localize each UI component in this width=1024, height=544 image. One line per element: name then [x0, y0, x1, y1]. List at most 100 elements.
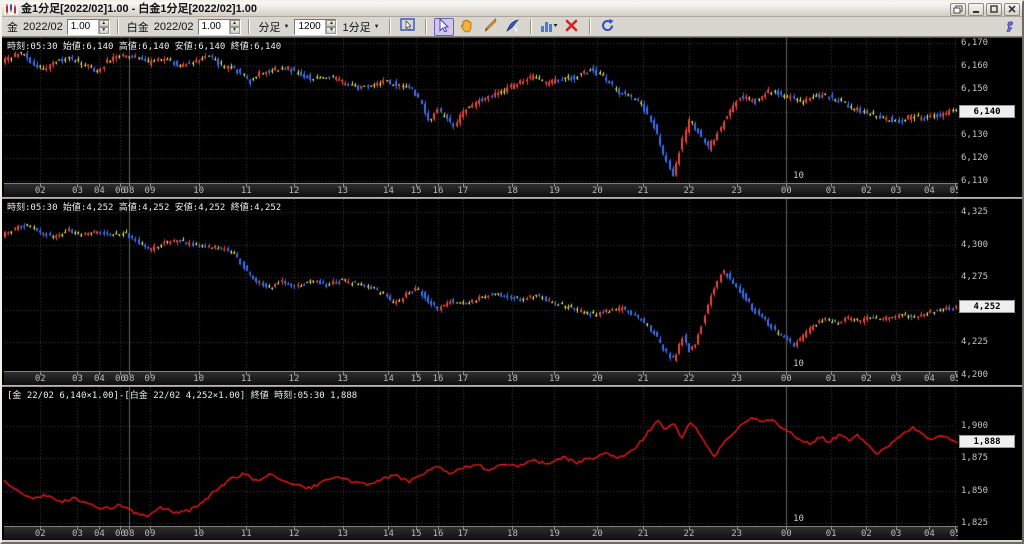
x-axis-label: 11	[240, 186, 252, 196]
x-axis-label: 21	[637, 529, 649, 539]
delete-indicator-button[interactable]	[562, 18, 582, 36]
platinum-multiplier-arrows[interactable]: ▲ ▼	[228, 19, 240, 34]
bar-count-spinner[interactable]: 1200 ▲ ▼	[294, 18, 338, 35]
platinum-multiplier-spinner[interactable]: 1.00 ▲ ▼	[197, 18, 241, 35]
titlebar[interactable]: 金1分足[2022/02]1.00 - 白金1分足[2022/02]1.00	[2, 2, 1022, 17]
select-arrow-icon	[437, 17, 451, 35]
x-axis-label: 03	[72, 529, 83, 539]
platinum-time-axis[interactable]: 02 03 04 06 08 09 10 11 12 13 14 15 16 17 18 19 20 21 22 23…	[4, 371, 961, 385]
x-axis-label: 08	[123, 529, 135, 539]
x-axis-label: 08	[123, 374, 135, 384]
x-axis-label: 12	[288, 374, 300, 384]
y-axis-label: 1,825	[961, 518, 989, 528]
x-axis-label: 15	[410, 529, 422, 539]
x-axis-label: 02	[34, 374, 46, 384]
refresh-button[interactable]	[598, 18, 618, 36]
new-window-button[interactable]	[950, 2, 966, 16]
gold-label: 金	[7, 21, 18, 34]
window-frame-bottom	[2, 540, 1022, 542]
maximize-button[interactable]	[986, 2, 1002, 16]
platinum-chart-canvas[interactable]	[4, 199, 958, 371]
settings-button[interactable]	[998, 18, 1018, 36]
spread-time-axis[interactable]: 02 03 04 06 08 09 10 11 12 13 14 15 16 17 18 19 20 21 22 23…	[4, 526, 961, 540]
spin-up-icon[interactable]: ▲	[326, 19, 337, 27]
x-axis-label: 04	[93, 529, 105, 539]
app-window: 金1分足[2022/02]1.00 - 白金1分足[2022/02]1.00 金…	[0, 0, 1024, 544]
x-axis-label: 20	[591, 529, 603, 539]
y-axis-label: 4,225	[961, 337, 989, 347]
x-axis-label: 20	[591, 374, 603, 384]
x-axis-label: 03	[72, 186, 83, 196]
timeframe-dropdown[interactable]: 1分足 ▼	[340, 19, 381, 35]
x-axis-label: 02	[860, 186, 872, 196]
gold-multiplier-arrows[interactable]: ▲ ▼	[97, 19, 109, 34]
x-axis-label: 03	[72, 374, 83, 384]
timeframe-label: 1分足	[342, 21, 371, 34]
draw-tool-button[interactable]	[480, 17, 500, 36]
x-axis-label: 15	[410, 186, 422, 196]
x-axis-label: 03	[890, 374, 902, 384]
x-axis-label: 11	[240, 374, 252, 384]
gold-current-price-badge: 6,140	[959, 105, 1015, 118]
x-axis-label: 21	[637, 374, 649, 384]
spin-down-icon[interactable]: ▼	[326, 26, 337, 34]
x-axis-label: 19	[549, 374, 560, 384]
x-axis-label: 23	[731, 186, 743, 196]
spin-down-icon[interactable]: ▼	[98, 26, 109, 34]
y-axis-label: 4,275	[961, 272, 989, 282]
spin-up-icon[interactable]: ▲	[229, 19, 240, 27]
x-axis-label: 11	[240, 529, 252, 539]
platinum-multiplier-value[interactable]: 1.00	[198, 19, 229, 34]
x-axis-label: 04	[923, 529, 935, 539]
x-axis-label: 18	[507, 374, 518, 384]
bar-type-label: 分足	[258, 21, 281, 34]
x-axis-label: 17	[457, 374, 469, 384]
spread-chart-panel: [金 22/02 6,140×1.00]-[白金 22/02 4,252×1.0…	[4, 387, 1020, 540]
x-axis-label: 17	[457, 186, 469, 196]
y-axis-label: 6,170	[961, 38, 989, 48]
bar-count-value[interactable]: 1200	[295, 19, 326, 34]
pan-tool-button[interactable]	[457, 18, 477, 36]
gold-price-axis[interactable]: 6,140 6,170 6,160 6,150 6,130 6,120 6,110	[958, 38, 1020, 197]
annotate-tool-button[interactable]	[503, 18, 523, 36]
date-label: 10	[793, 514, 804, 524]
spread-chart-canvas[interactable]	[4, 387, 958, 526]
gold-multiplier-spinner[interactable]: 1.00 ▲ ▼	[66, 18, 110, 35]
bar-type-dropdown[interactable]: 分足 ▼	[257, 19, 292, 35]
x-axis-label: 04	[93, 186, 105, 196]
x-axis-label: 14	[383, 186, 394, 196]
spin-up-icon[interactable]: ▲	[98, 19, 109, 27]
x-axis-label: 22	[683, 186, 695, 196]
x-axis-label: 09	[144, 186, 156, 196]
minimize-button[interactable]	[968, 2, 984, 16]
gold-time-axis[interactable]: 02 03 04 06 08 09 10 11 12 13 14 15 16 17 18 19 20 21 22 23…	[4, 183, 961, 197]
x-axis-label: 01	[825, 374, 837, 384]
platinum-price-axis[interactable]: 4,252 4,325 4,300 4,275 4,225 4,200	[958, 199, 1020, 385]
spread-current-price-badge: 1,888	[959, 435, 1015, 448]
chart-cursor-button[interactable]	[398, 18, 418, 36]
gold-multiplier-value[interactable]: 1.00	[67, 19, 98, 34]
x-axis-label: 10	[193, 374, 205, 384]
window-title: 金1分足[2022/02]1.00 - 白金1分足[2022/02]1.00	[21, 3, 258, 15]
spread-price-axis[interactable]: 1,888 1,900 1,875 1,850 1,825	[958, 387, 1020, 540]
x-axis-label: 00	[780, 186, 792, 196]
x-axis-label: 09	[144, 374, 156, 384]
chart-type-button[interactable]	[539, 18, 559, 36]
y-axis-label: 4,200	[961, 370, 989, 380]
x-axis-label: 09	[144, 529, 156, 539]
x-axis-label: 02	[34, 186, 46, 196]
y-axis-label: 6,120	[961, 153, 989, 163]
select-tool-button[interactable]	[433, 17, 454, 36]
y-axis-label: 6,130	[961, 130, 989, 140]
spin-down-icon[interactable]: ▼	[229, 26, 240, 34]
close-button[interactable]	[1004, 2, 1020, 16]
bar-count-arrows[interactable]: ▲ ▼	[325, 19, 337, 34]
toolbar-separator	[116, 19, 119, 34]
x-axis-label: 12	[288, 186, 300, 196]
x-axis-label: 02	[860, 529, 872, 539]
gold-chart-canvas[interactable]	[4, 38, 958, 183]
x-axis-label: 22	[683, 374, 695, 384]
window-controls	[950, 2, 1020, 16]
pen-icon	[505, 18, 520, 36]
x-axis-label: 19	[549, 529, 560, 539]
